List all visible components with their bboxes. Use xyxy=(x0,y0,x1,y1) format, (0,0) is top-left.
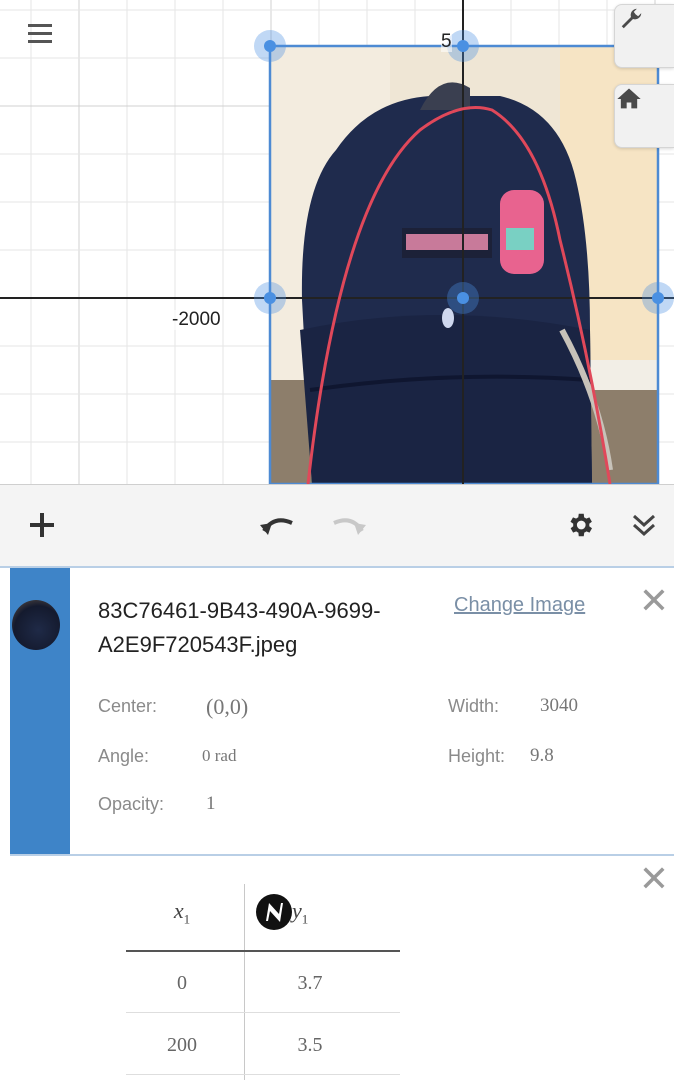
table-row-divider xyxy=(126,1012,400,1013)
column-header-y-subscript: 1 xyxy=(301,911,309,927)
expression-settings-button[interactable] xyxy=(558,503,602,547)
table-row-divider xyxy=(126,1074,400,1075)
graph-svg[interactable] xyxy=(0,0,674,484)
image-expression[interactable]: 83C76461-9B43-490A-9699-A2E9F720543F.jpe… xyxy=(10,568,674,856)
image-filename: 83C76461-9B43-490A-9699-A2E9F720543F.jpe… xyxy=(98,598,381,657)
redo-button[interactable] xyxy=(322,503,374,547)
table-expression[interactable]: ✕ x1 y1 0 3.7 200 3.5 xyxy=(10,858,674,1080)
height-value[interactable]: 9.8 xyxy=(530,745,554,767)
expression-list: 83C76461-9B43-490A-9699-A2E9F720543F.jpe… xyxy=(0,568,674,1080)
table-cell-x[interactable]: 0 xyxy=(122,972,242,995)
undo-button[interactable] xyxy=(252,503,304,547)
home-icon xyxy=(617,88,641,109)
resize-handle-left[interactable] xyxy=(254,282,286,314)
resize-handle-right[interactable] xyxy=(642,282,674,314)
close-icon: ✕ xyxy=(638,859,670,900)
height-label: Height: xyxy=(448,746,506,766)
expression-toolbar xyxy=(0,484,674,568)
column-header-x[interactable]: x1 xyxy=(122,898,242,927)
series-style-icon xyxy=(266,903,283,922)
change-image-link[interactable]: Change Image xyxy=(454,594,585,617)
y-tick-label: 5 xyxy=(441,31,452,52)
graph-settings-button[interactable] xyxy=(614,4,674,68)
collapse-icon xyxy=(632,514,656,537)
table-cell-y[interactable]: 3.7 xyxy=(250,972,370,995)
gear-icon xyxy=(570,513,592,537)
add-icon xyxy=(30,513,54,537)
collapse-list-button[interactable] xyxy=(622,503,666,547)
opacity-value[interactable]: 1 xyxy=(206,793,216,815)
angle-label: Angle: xyxy=(98,746,150,766)
expression-gutter[interactable] xyxy=(10,858,70,1080)
angle-value[interactable]: 0 rad xyxy=(202,746,236,766)
close-icon: ✕ xyxy=(638,581,670,622)
column-header-y[interactable]: y1 xyxy=(292,898,308,927)
table-row: 200 3.5 xyxy=(122,1014,412,1074)
center-handle[interactable] xyxy=(447,282,479,314)
opacity-label: Opacity: xyxy=(98,794,165,814)
series-style-button[interactable] xyxy=(256,894,292,930)
center-label: Center: xyxy=(98,696,158,716)
column-header-y-name: y xyxy=(292,898,302,923)
width-value[interactable]: 3040 xyxy=(540,695,578,717)
add-expression-button[interactable] xyxy=(20,503,64,547)
table-cell-y[interactable]: 3.5 xyxy=(250,1034,370,1057)
resize-handle-top-center[interactable] xyxy=(447,30,479,62)
redo-icon xyxy=(333,518,366,535)
column-header-x-name: x xyxy=(173,898,184,923)
table-row: 0 3.7 xyxy=(122,952,412,1012)
undo-icon xyxy=(260,518,293,535)
image-thumbnail[interactable] xyxy=(12,600,60,650)
graph-canvas[interactable]: 5 -2000 xyxy=(0,0,674,484)
center-value[interactable]: (0,0) xyxy=(206,694,248,720)
resize-handle-top-left[interactable] xyxy=(254,30,286,62)
width-label: Width: xyxy=(448,696,500,716)
delete-table-expression-button[interactable]: ✕ xyxy=(634,860,674,900)
wrench-icon xyxy=(621,8,642,29)
table-cell-x[interactable]: 200 xyxy=(122,1034,242,1057)
delete-image-expression-button[interactable]: ✕ xyxy=(634,582,674,622)
x-tick-label: -2000 xyxy=(172,309,221,330)
table-header-row: x1 y1 xyxy=(122,884,412,950)
column-header-x-subscript: 1 xyxy=(183,911,191,927)
zoom-home-button[interactable] xyxy=(614,84,674,148)
menu-button[interactable] xyxy=(24,18,64,50)
